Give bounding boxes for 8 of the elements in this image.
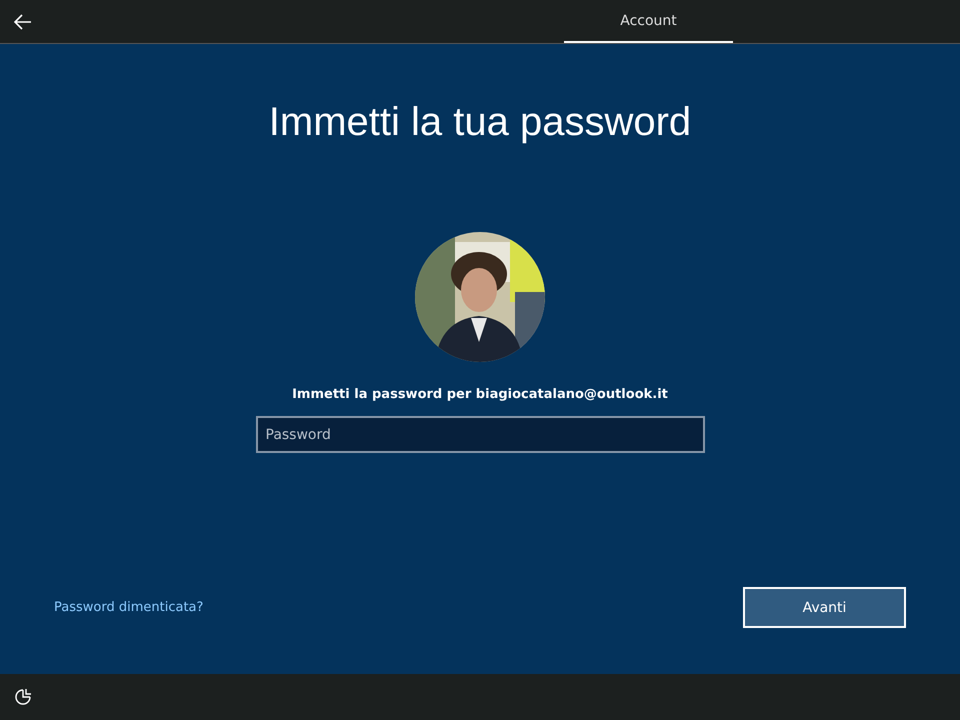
password-field[interactable]: Password [256, 416, 704, 453]
page-title: Immetti la tua password [268, 100, 692, 145]
back-icon[interactable] [14, 14, 32, 30]
account-tab[interactable]: Account [564, 0, 733, 43]
password-prompt: Immetti la password per biagiocatalano@outlook.it [292, 387, 668, 402]
next-button[interactable]: Avanti [743, 587, 906, 628]
forgot-password-link[interactable]: Password dimenticata? [54, 600, 204, 615]
accessibility-icon[interactable] [14, 688, 32, 706]
